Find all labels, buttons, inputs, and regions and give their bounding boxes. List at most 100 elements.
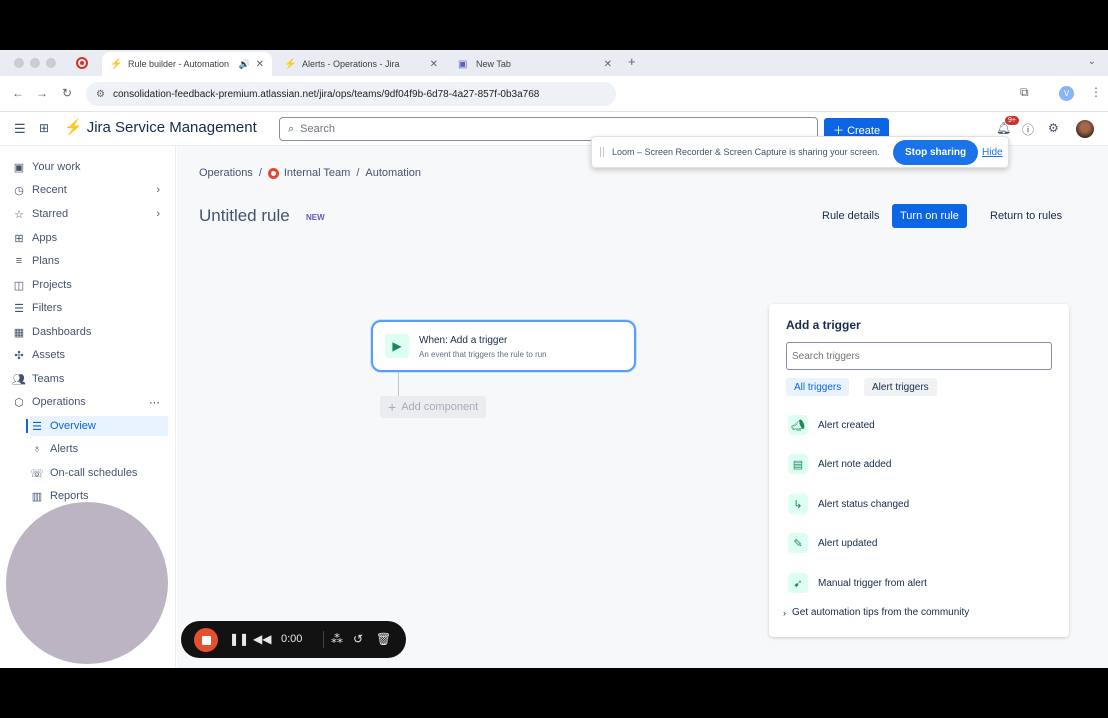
settings-gear-icon[interactable]: ⚙ [1048,121,1059,135]
window-controls[interactable] [14,58,56,68]
more-icon[interactable]: ⋯ [149,396,160,409]
tab-title: Alerts - Operations - Jira [302,59,400,69]
tab-new-tab[interactable]: ▣ New Tab ✕ [450,52,620,76]
trigger-option-label: Alert note added [818,458,892,470]
search-input[interactable] [300,123,701,135]
trigger-option-alert-status-changed[interactable]: ↳ Alert status changed [788,493,909,515]
trigger-option-alert-updated[interactable]: ✎ Alert updated [788,532,878,554]
sidebar-item-label: Alerts [50,443,79,455]
alarm-icon: ♁ [32,443,42,455]
close-tab-icon[interactable]: ✕ [256,59,264,70]
breadcrumb-internal-team[interactable]: Internal Team [284,167,350,179]
breadcrumb-separator: / [258,167,262,179]
sidebar-item-starred[interactable]: ☆ Starred › [12,204,168,224]
sidebar-item-label: Projects [32,279,72,291]
trash-icon[interactable]: 🗑︎ [376,632,391,646]
sidebar-item-label: Operations [32,396,86,408]
page-title[interactable]: Untitled rule [199,206,290,226]
sidebar-item-recent[interactable]: ◷ Recent › [12,180,168,200]
jira-logo[interactable]: ⚡ Jira Service Management [64,118,257,137]
tab-title: Rule builder - Automation [128,59,230,69]
sidebar-item-assets[interactable]: ✣ Assets [12,345,168,365]
back-icon[interactable]: ← [12,86,24,100]
rewind-icon[interactable]: ◀◀ [253,632,271,646]
close-tab-icon[interactable]: ✕ [430,59,438,70]
sidebar-item-label: Plans [32,255,60,267]
sidebar-item-plans[interactable]: ≡ Plans [12,251,168,271]
sidebar-item-teams[interactable]: 👥︎ Teams [12,369,168,389]
site-settings-icon[interactable]: ⚙ [96,89,105,100]
assets-icon: ✣ [14,349,24,362]
sidebar-item-on-call[interactable]: ☏ On-call schedules [30,463,168,483]
sidebar-item-overview[interactable]: ☰ Overview [26,416,168,436]
sidebar-item-operations[interactable]: ⬡ Operations ⋯ [12,392,168,412]
megaphone-icon: 📣︎ [788,415,808,435]
recording-timer: 0:00 [281,633,303,645]
tab-search-chevron-icon[interactable]: ⌄ [1088,56,1096,67]
close-tab-icon[interactable]: ✕ [604,59,612,70]
webcam-bubble[interactable] [6,502,168,664]
jira-bolt-icon: ⚡ [64,119,83,136]
sidebar-item-label: Reports [50,490,89,502]
automation-bolt-icon: ⚡ [110,58,123,70]
breadcrumb-operations[interactable]: Operations [199,167,253,179]
sidebar-item-your-work[interactable]: ▣ Your work [12,157,168,177]
trigger-option-alert-created[interactable]: 📣︎ Alert created [788,414,875,436]
apps-grid-icon: ⊞ [14,232,24,245]
plans-icon: ≡ [15,255,23,267]
stop-sharing-button[interactable]: Stop sharing [893,140,979,165]
pause-icon[interactable]: ❚❚ [229,632,249,646]
play-icon: ▶ [385,334,409,358]
sidebar-item-apps[interactable]: ⊞ Apps [12,228,168,248]
drag-handle-icon[interactable] [600,147,604,157]
plus-icon: + [388,399,397,415]
add-component-button[interactable]: + Add component [380,396,487,418]
address-bar[interactable]: ⚙ consolidation-feedback-premium.atlassi… [86,82,616,106]
sidebar-item-label: Overview [50,420,96,432]
hamburger-menu-icon[interactable]: ☰ [14,121,26,137]
user-avatar[interactable] [1076,120,1094,138]
tab-rule-builder[interactable]: ⚡ Rule builder - Automation 🔊 ✕ [102,52,272,76]
stop-recording-button[interactable] [194,628,218,652]
reload-icon[interactable]: ↻ [62,86,72,100]
app-switcher-icon[interactable]: ⊞ [39,121,49,135]
forward-icon[interactable]: → [36,86,48,100]
extensions-icon[interactable]: ⧉ [1020,85,1029,100]
hide-link[interactable]: Hide [982,147,1003,158]
chevron-right-icon: › [783,607,786,618]
tab-alerts[interactable]: ⚡ Alerts - Operations - Jira ✕ [276,52,446,76]
dashboard-icon: ▦ [13,326,25,339]
restart-icon[interactable]: ↺ [353,632,363,646]
trigger-option-manual-trigger[interactable]: ➹ Manual trigger from alert [788,572,927,594]
trigger-option-alert-note-added[interactable]: ▤ Alert note added [788,453,891,475]
sidebar-item-alerts[interactable]: ♁ Alerts [30,439,168,459]
help-icon[interactable]: ⓘ [1022,121,1034,138]
breadcrumb-automation[interactable]: Automation [365,167,421,179]
tips-label: Get automation tips from the community [792,607,970,618]
new-tab-icon[interactable]: + [628,54,636,69]
url-text: consolidation-feedback-premium.atlassian… [112,88,540,100]
browser-toolbar: ← → ↻ ⚙ consolidation-feedback-premium.a… [0,76,1108,112]
sidebar-item-projects[interactable]: ◫ Projects [12,275,168,295]
search-triggers-input[interactable] [786,342,1052,370]
sidebar-item-filters[interactable]: ☰ Filters [12,298,168,318]
profile-avatar[interactable]: V [1059,86,1074,101]
sidebar-item-label: Teams [32,373,65,385]
sidebar-item-label: Filters [32,302,62,314]
return-to-rules-button[interactable]: Return to rules [982,204,1070,228]
automation-tips-link[interactable]: › Get automation tips from the community [783,607,969,618]
turn-on-rule-button[interactable]: Turn on rule [892,204,967,228]
browser-menu-icon[interactable]: ⋮ [1090,85,1102,99]
add-trigger-panel: Add a trigger All triggers Alert trigger… [769,304,1069,637]
trigger-card[interactable]: ▶ When: Add a trigger An event that trig… [371,320,636,372]
notification-badge: 9+ [1005,116,1019,125]
grid-dots-icon[interactable]: ⁂ [331,632,343,646]
cursor-click-icon: ➹ [788,573,808,593]
new-badge: NEW [306,213,325,222]
sidebar-item-dashboards[interactable]: ▦ Dashboards [12,322,168,342]
speaker-icon[interactable]: 🔊 [239,59,250,70]
rule-details-button[interactable]: Rule details [814,204,887,228]
recording-indicator-icon [76,57,88,69]
filter-all-triggers[interactable]: All triggers [786,378,850,396]
filter-alert-triggers[interactable]: Alert triggers [864,378,937,396]
